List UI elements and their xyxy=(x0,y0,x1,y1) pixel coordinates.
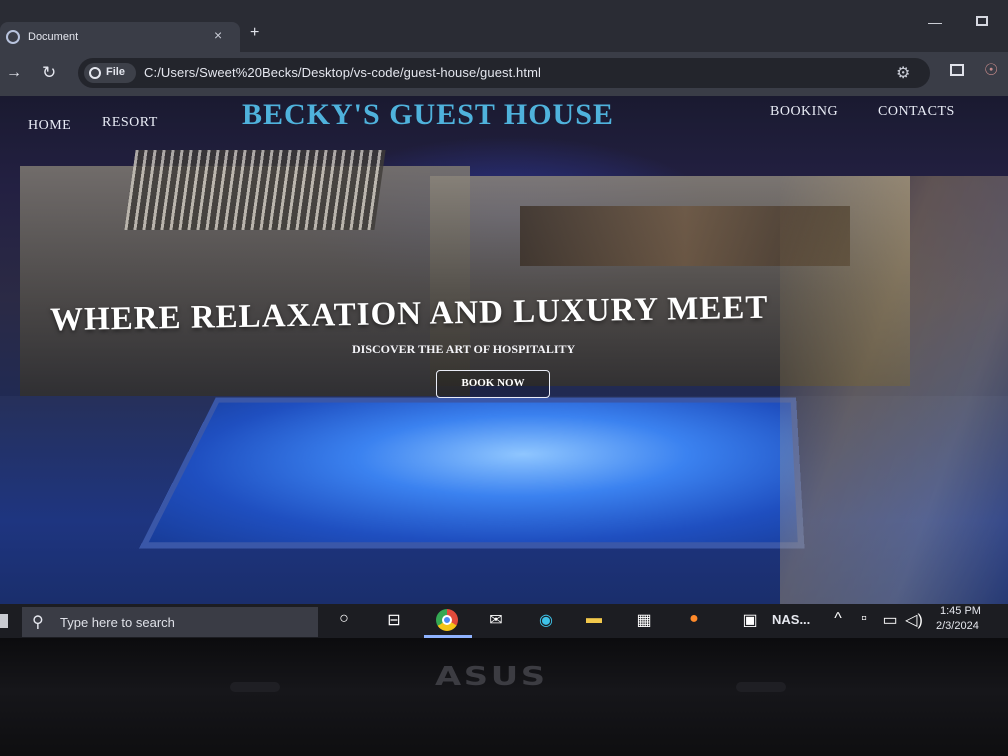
close-tab-icon[interactable]: × xyxy=(214,27,222,43)
file-explorer-icon[interactable]: ▬ xyxy=(582,610,606,632)
store-icon[interactable]: ▦ xyxy=(632,610,656,632)
back-arrow-icon[interactable]: → xyxy=(6,64,22,82)
search-placeholder: Type here to search xyxy=(60,615,175,630)
clock-time[interactable]: 1:45 PM xyxy=(940,605,981,617)
browser-tab[interactable]: Document × xyxy=(0,22,240,52)
address-bar[interactable]: File C:/Users/Sweet%20Becks/Desktop/vs-c… xyxy=(78,58,930,88)
web-page: HOME RESORT BECKY'S GUEST HOUSE BOOKING … xyxy=(0,96,1008,604)
reload-icon[interactable]: ↻ xyxy=(42,63,56,83)
hinge-right xyxy=(736,682,786,692)
hinge-left xyxy=(230,682,280,692)
restore-window-icon[interactable] xyxy=(976,16,988,26)
tab-title: Document xyxy=(28,31,79,43)
site-info-chip[interactable]: File xyxy=(84,63,136,83)
volume-icon[interactable]: ◁) xyxy=(902,610,926,632)
clock-date[interactable]: 2/3/2024 xyxy=(936,620,979,632)
nav-home-link[interactable]: HOME xyxy=(28,118,71,134)
network-icon[interactable]: ▫ xyxy=(852,610,876,632)
swimming-pool xyxy=(138,397,805,549)
windows-taskbar: ⚲ Type here to search ○ ⊟ ✉ ◉ ▬ ▦ ● ▣ NA… xyxy=(0,604,1008,638)
laptop-bezel: ASUS xyxy=(0,638,1008,756)
profile-icon[interactable]: ☉ xyxy=(984,60,998,80)
protocol-label: File xyxy=(106,66,125,78)
new-tab-icon[interactable]: + xyxy=(250,24,259,42)
info-circle-icon xyxy=(89,67,101,79)
side-panel-icon[interactable] xyxy=(950,64,964,76)
browser-tab-bar: Document × + — xyxy=(0,0,1008,52)
edge-icon[interactable]: ◉ xyxy=(534,610,558,632)
cortana-icon[interactable]: ○ xyxy=(332,610,356,632)
taskbar-search-box[interactable]: ⚲ Type here to search xyxy=(22,607,318,637)
nav-booking-link[interactable]: BOOKING xyxy=(770,104,838,120)
pergola-roof xyxy=(124,150,386,230)
nav-contacts-link[interactable]: CONTACTS xyxy=(878,104,955,120)
start-button[interactable] xyxy=(0,614,8,628)
firefox-icon[interactable]: ● xyxy=(682,610,706,632)
site-title: BECKY'S GUEST HOUSE xyxy=(242,98,614,131)
minimize-window-icon[interactable]: — xyxy=(928,14,942,30)
brand-logo: ASUS xyxy=(434,662,548,692)
search-icon: ⚲ xyxy=(32,614,44,631)
browser-toolbar: → ↻ File C:/Users/Sweet%20Becks/Desktop/… xyxy=(0,52,1008,96)
globe-icon xyxy=(6,30,20,44)
news-widget-label[interactable]: NAS... xyxy=(772,612,810,627)
book-now-button[interactable]: BOOK NOW xyxy=(436,370,550,398)
tray-overflow-icon[interactable]: ^ xyxy=(826,610,850,632)
screen-glare xyxy=(780,176,1008,604)
battery-icon[interactable]: ▭ xyxy=(878,610,902,632)
extension-icon[interactable]: ⚙ xyxy=(896,63,910,83)
hero-subheading: DISCOVER THE ART OF HOSPITALITY xyxy=(352,342,576,356)
chrome-icon[interactable] xyxy=(436,609,458,631)
url-text[interactable]: C:/Users/Sweet%20Becks/Desktop/vs-code/g… xyxy=(144,65,541,80)
nav-resort-link[interactable]: RESORT xyxy=(102,115,158,131)
mail-icon[interactable]: ✉ xyxy=(484,610,508,632)
news-widget-icon[interactable]: ▣ xyxy=(738,610,762,632)
task-view-icon[interactable]: ⊟ xyxy=(382,610,406,632)
